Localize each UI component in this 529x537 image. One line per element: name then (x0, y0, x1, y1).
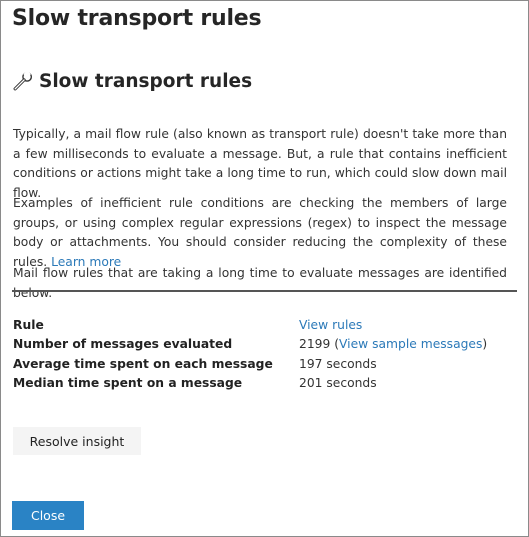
view-rules-link[interactable]: View rules (299, 318, 362, 332)
close-button[interactable]: Close (12, 501, 84, 530)
detail-row-rule: Rule View rules (13, 315, 513, 335)
panel-title: Slow transport rules (12, 6, 262, 31)
detail-row-messages: Number of messages evaluated 2199 (View … (13, 337, 488, 352)
average-time-label: Average time spent on each message (13, 356, 273, 371)
description-paragraph-1: Typically, a mail flow rule (also known … (13, 127, 507, 200)
average-time-value: 197 seconds (299, 356, 377, 371)
description-paragraph-3: Mail flow rules that are taking a long t… (13, 266, 507, 300)
section-header: Slow transport rules (12, 70, 252, 92)
wrench-icon (13, 70, 33, 91)
median-time-value: 201 seconds (299, 376, 377, 391)
median-time-label: Median time spent on a message (13, 376, 243, 391)
resolve-insight-button[interactable]: Resolve insight (13, 427, 141, 455)
insight-details: Rule View rules Number of messages evalu… (13, 315, 513, 393)
view-sample-messages-link[interactable]: View sample messages (339, 337, 482, 351)
section-title: Slow transport rules (39, 70, 253, 92)
description-paragraph-2: Examples of inefficient rule conditions … (13, 194, 507, 272)
messages-evaluated-label: Number of messages evaluated (13, 337, 233, 352)
messages-evaluated-value: 2199 (299, 337, 331, 352)
rule-label: Rule (13, 317, 44, 332)
divider (12, 290, 517, 292)
insight-panel: Slow transport rules Slow transport rule… (0, 0, 529, 537)
detail-row-average: Average time spent on each message 197 s… (13, 354, 513, 374)
detail-row-median: Median time spent on a message 201 secon… (13, 374, 513, 394)
